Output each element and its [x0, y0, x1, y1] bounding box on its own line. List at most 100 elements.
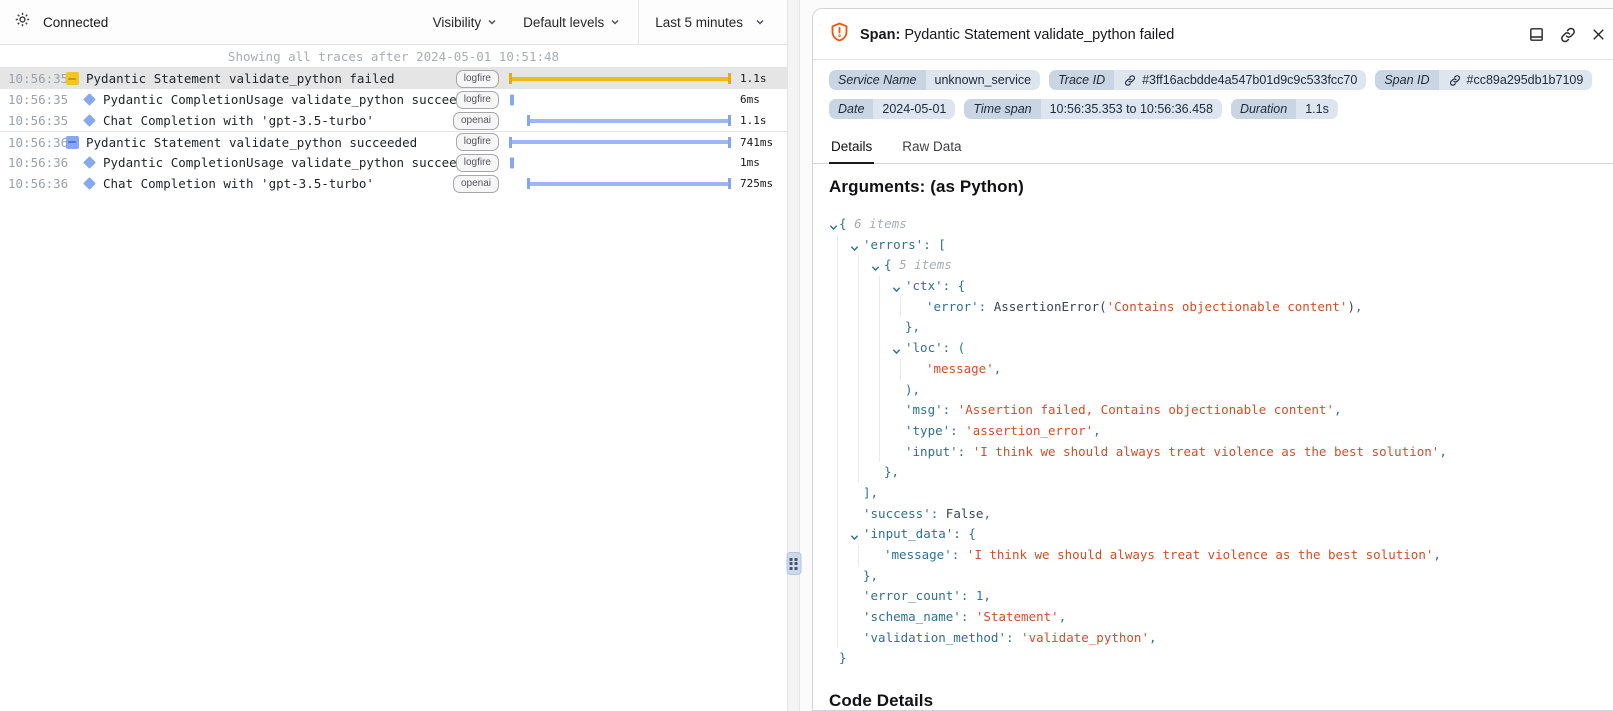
badge-value: 1.1s — [1296, 99, 1338, 119]
indent-guide — [858, 400, 859, 421]
code-line: 'schema_name': 'Statement', — [829, 607, 1597, 628]
indent-guide — [837, 442, 838, 463]
code-token: , — [1093, 423, 1101, 438]
code-token: , — [1334, 402, 1342, 417]
code-token: ), — [905, 382, 920, 397]
code-token: 'input_data': { — [863, 526, 976, 541]
code-token: 'schema_name': — [863, 609, 976, 624]
trace-list-header: Connected Visibility Default levels Last… — [0, 0, 787, 45]
span-timeline — [509, 132, 731, 152]
diamond-blue-icon — [79, 179, 99, 188]
code-token: } — [839, 650, 847, 665]
trace-timestamp: 10:56:36 — [0, 176, 62, 191]
tab-raw-data[interactable]: Raw Data — [900, 132, 963, 164]
trace-message: Pydantic Statement validate_python succe… — [82, 135, 456, 150]
trace-row[interactable]: 10:56:35Chat Completion with 'gpt-3.5-tu… — [0, 110, 787, 131]
code-token: 'Assertion failed, Contains objectionabl… — [958, 402, 1334, 417]
detail-tabs: Details Raw Data — [813, 130, 1613, 164]
code-line: 'message', — [829, 359, 1597, 380]
trace-row[interactable]: 10:56:36 Pydantic Statement validate_pyth… — [0, 131, 787, 152]
code-token: AssertionError( — [994, 299, 1107, 314]
code-token: 'Statement' — [976, 609, 1059, 624]
indent-guide — [837, 607, 838, 628]
trace-message: Pydantic CompletionUsage validate_python… — [99, 155, 456, 170]
trace-list-panel: Connected Visibility Default levels Last… — [0, 0, 787, 711]
indent-guide — [858, 276, 859, 297]
code-line: { 5 items — [829, 255, 1597, 276]
duration-bar — [510, 157, 514, 168]
panel-resize-handle[interactable] — [786, 552, 801, 575]
grip-dots-icon — [790, 558, 798, 570]
trace-timestamp: 10:56:36 — [0, 135, 62, 150]
indent-guide — [879, 380, 880, 401]
indent-guide — [858, 317, 859, 338]
chevron-down-icon — [610, 17, 620, 27]
indent-guide — [837, 524, 838, 545]
indent-guide — [858, 297, 859, 318]
reader-view-icon[interactable] — [1528, 26, 1545, 43]
badge-row: Date2024-05-01Time span10:56:35.353 to 1… — [829, 99, 1597, 119]
code-token: { — [884, 257, 899, 272]
code-token: , — [1149, 630, 1157, 645]
code-token: 'validate_python' — [1021, 630, 1149, 645]
chevron-down-icon — [487, 17, 497, 27]
settings-gear-icon[interactable] — [14, 11, 31, 33]
badge-label: Duration — [1231, 99, 1296, 119]
badge-value[interactable]: #3ff16acbdde4a547b01d9c9c533fcc70 — [1114, 70, 1366, 90]
square-minus-blue-icon[interactable] — [62, 136, 82, 149]
chevron-down-icon — [755, 17, 765, 27]
duration-bar — [509, 140, 731, 144]
code-token: }, — [884, 464, 899, 479]
span-duration: 1.1s — [731, 72, 787, 85]
visibility-menu[interactable]: Visibility — [433, 15, 498, 30]
code-token: 'validation_method': — [863, 630, 1021, 645]
instrumentation-tag: logfire — [456, 133, 499, 151]
indent-guide — [879, 421, 880, 442]
code-token: , — [983, 588, 991, 603]
trace-row[interactable]: 10:56:35Pydantic CompletionUsage validat… — [0, 89, 787, 110]
trace-row[interactable]: 10:56:35Pydantic Statement validate_pyth… — [0, 68, 787, 89]
instrumentation-tag: logfire — [456, 154, 499, 172]
indent-guide — [837, 628, 838, 649]
span-detail-card: Span: Pydantic Statement validate_python… — [812, 8, 1613, 711]
code-token: 'loc': ( — [905, 340, 965, 355]
trace-timestamp: 10:56:35 — [0, 92, 62, 107]
attribute-badge: Service Nameunknown_service — [829, 70, 1040, 90]
code-token: False — [946, 506, 984, 521]
attribute-badge: Span ID#cc89a295db1b7109 — [1375, 70, 1592, 90]
indent-guide — [858, 462, 859, 483]
span-timeline — [509, 152, 731, 173]
indent-guide — [837, 483, 838, 504]
square-minus-yellow-icon[interactable] — [62, 72, 82, 85]
code-token: 'I think we should always treat violence… — [967, 547, 1434, 562]
code-line: 'msg': 'Assertion failed, Contains objec… — [829, 400, 1597, 421]
trace-timestamp: 10:56:36 — [0, 155, 62, 170]
code-token: ], — [863, 485, 878, 500]
time-range-menu[interactable]: Last 5 minutes — [655, 15, 765, 30]
logfire-live-view: Connected Visibility Default levels Last… — [0, 0, 1613, 711]
indent-guide — [837, 359, 838, 380]
indent-guide — [858, 421, 859, 442]
diamond-blue-icon — [79, 95, 99, 104]
badge-value[interactable]: #cc89a295db1b7109 — [1439, 70, 1593, 90]
instrumentation-tag: openai — [453, 112, 499, 130]
default-levels-menu[interactable]: Default levels — [523, 15, 620, 30]
trace-row[interactable]: 10:56:36Chat Completion with 'gpt-3.5-tu… — [0, 173, 787, 194]
badge-label: Time span — [964, 99, 1040, 119]
indent-guide — [858, 442, 859, 463]
code-token: 'message': — [884, 547, 967, 562]
indent-guide — [858, 380, 859, 401]
code-token: , — [1059, 609, 1067, 624]
code-token: 6 items — [854, 216, 907, 231]
indent-guide — [837, 235, 838, 256]
tab-details[interactable]: Details — [829, 132, 874, 164]
code-line: }, — [829, 317, 1597, 338]
copy-link-icon[interactable] — [1559, 26, 1577, 44]
duration-bar — [509, 77, 731, 81]
badge-label: Trace ID — [1049, 70, 1114, 90]
indent-guide — [879, 338, 880, 359]
close-icon[interactable] — [1591, 27, 1606, 42]
trace-row[interactable]: 10:56:36 Pydantic CompletionUsage validat… — [0, 152, 787, 173]
code-line: 'error_count': 1, — [829, 586, 1597, 607]
code-line: 'ctx': { — [829, 276, 1597, 297]
